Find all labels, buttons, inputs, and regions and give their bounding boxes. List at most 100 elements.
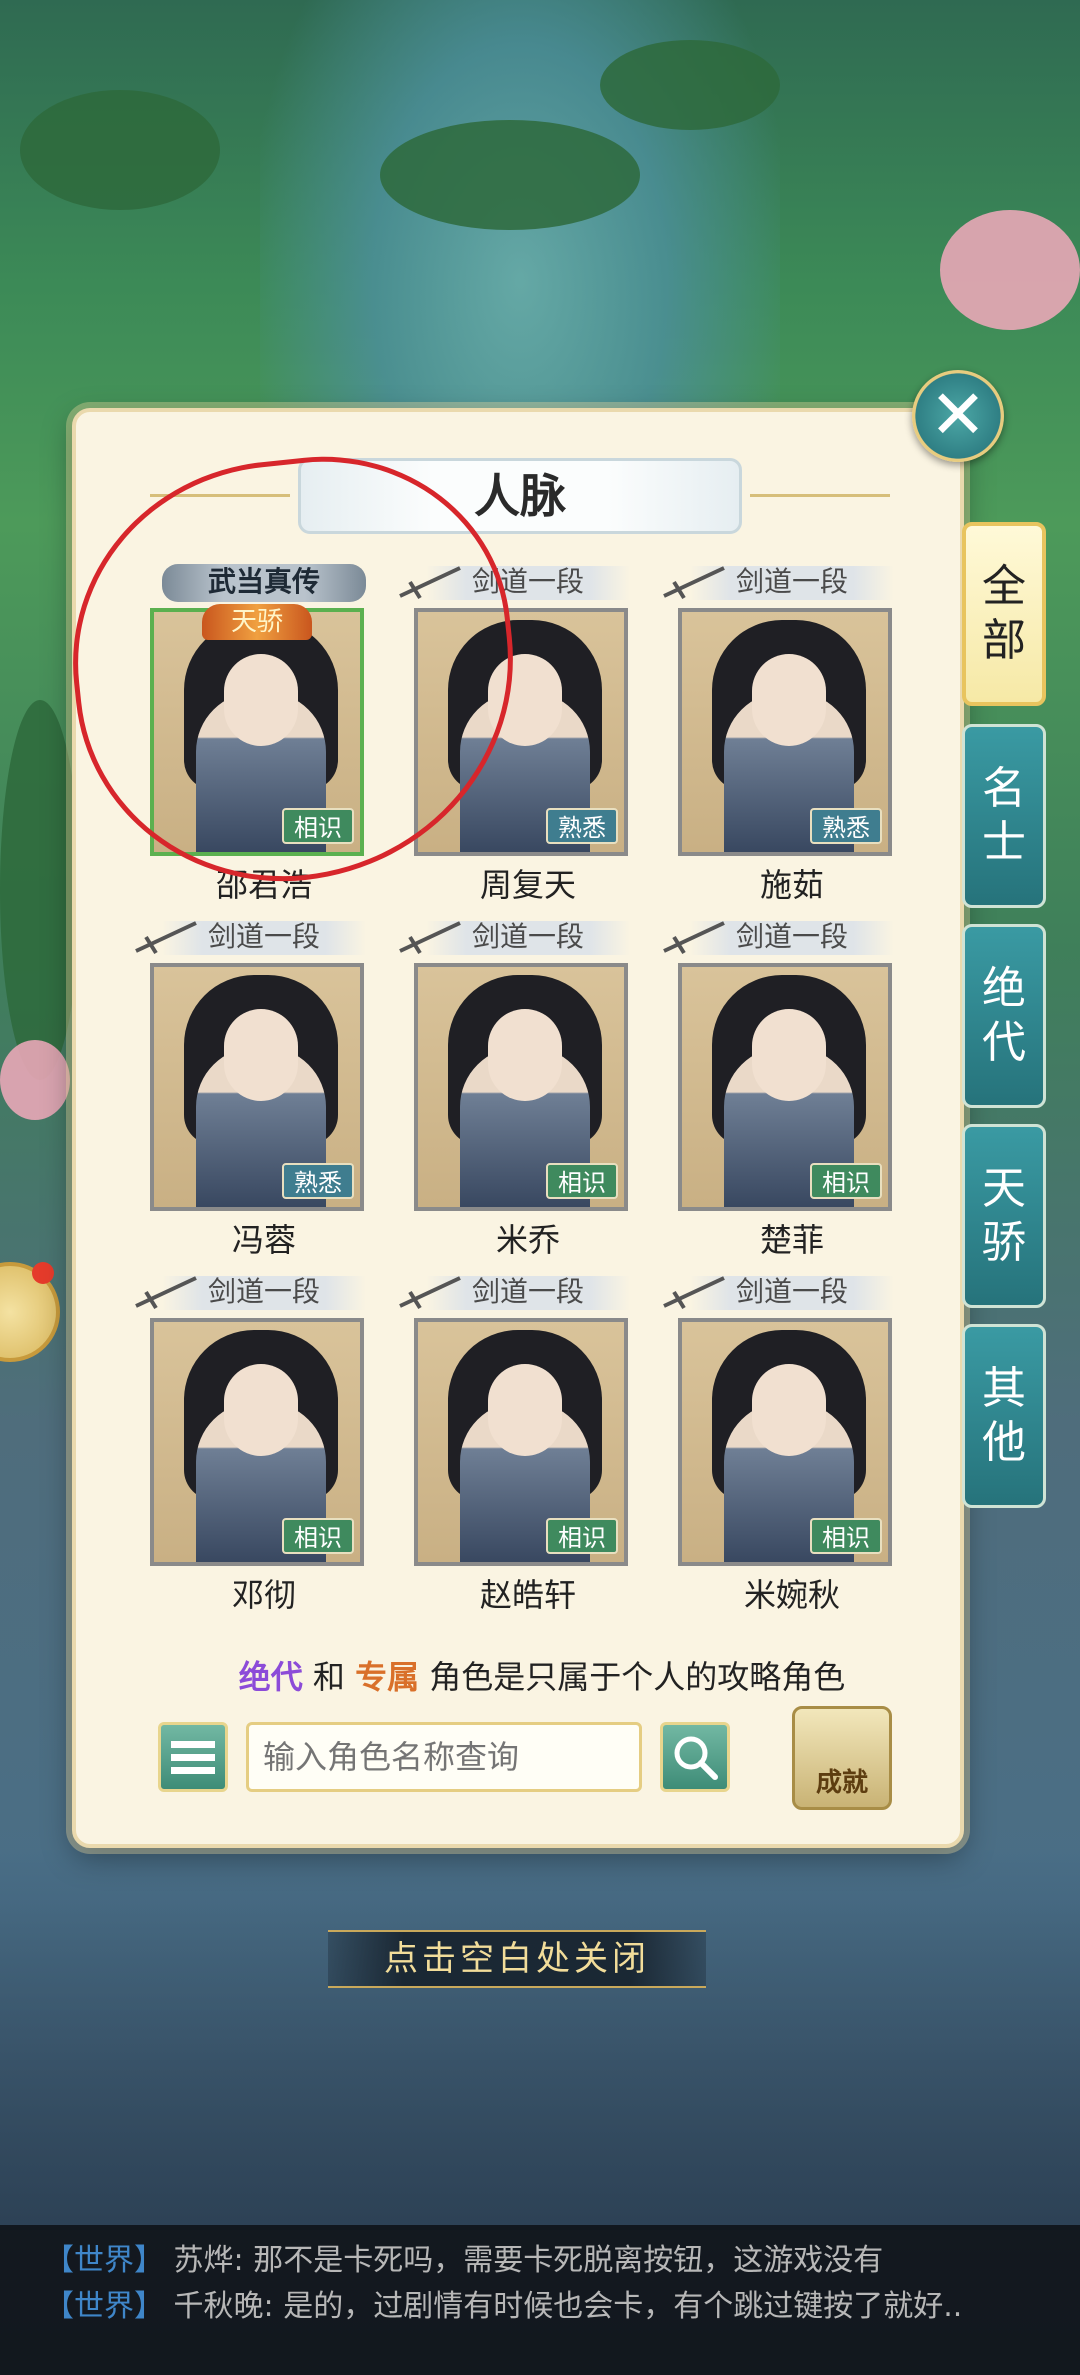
character-name: 邓彻 <box>231 1576 296 1614</box>
tab-label-char: 天 <box>982 1163 1026 1214</box>
tab-label-char: 全 <box>982 561 1026 612</box>
rank-label: 剑道一段 <box>207 1275 320 1308</box>
rank-label: 剑道一段 <box>735 920 848 953</box>
tab-1[interactable]: 名士 <box>962 724 1046 908</box>
sword-icon <box>663 921 725 955</box>
close-icon: ✕ <box>929 376 987 455</box>
tab-label-char: 他 <box>982 1417 1026 1468</box>
character-card[interactable]: 剑道一段 相识 邓彻 <box>132 1270 396 1614</box>
chat-message: 那不是卡死吗，需要卡死脱离按钮，这游戏没有 <box>253 2243 884 2278</box>
tab-label-char: 部 <box>982 615 1026 666</box>
list-filter-button[interactable] <box>158 1722 228 1792</box>
background-trees <box>0 700 80 1080</box>
tab-label-char: 士 <box>982 817 1026 868</box>
chat-sender: 千秋晚: <box>173 2289 274 2324</box>
character-portrait: 相识 <box>150 1318 364 1566</box>
tab-0[interactable]: 全部 <box>962 522 1046 706</box>
title-divider-right <box>750 494 890 497</box>
tab-4[interactable]: 其他 <box>962 1324 1046 1508</box>
relation-badge: 相识 <box>810 1518 882 1554</box>
character-card[interactable]: 剑道一段 熟悉 冯蓉 <box>132 915 396 1259</box>
list-icon-line <box>171 1766 215 1774</box>
tab-3[interactable]: 天骄 <box>962 1124 1046 1308</box>
tab-label-char: 其 <box>982 1363 1026 1414</box>
rank-ribbon: 剑道一段 <box>132 915 396 959</box>
portrait-face <box>752 1009 826 1101</box>
info-note: 绝代 和 专属 角色是只属于个人的攻略角色 <box>232 1652 852 1698</box>
character-card[interactable]: 剑道一段 熟悉 施茹 <box>660 560 924 904</box>
background-bottom <box>0 1850 1080 2230</box>
rank-label: 剑道一段 <box>735 1275 848 1308</box>
character-portrait: 相识 <box>678 1318 892 1566</box>
note-highlight-juedai: 绝代 <box>238 1658 303 1696</box>
character-name: 施茹 <box>759 866 824 904</box>
notification-dot <box>32 1262 54 1284</box>
character-name: 米婉秋 <box>743 1576 840 1614</box>
character-portrait: 熟悉 <box>150 963 364 1211</box>
rank-label: 剑道一段 <box>735 565 848 598</box>
background-trees <box>600 40 780 130</box>
world-chat[interactable]: 【世界】 苏烨: 那不是卡死吗，需要卡死脱离按钮，这游戏没有 【世界】 千秋晚:… <box>0 2225 1080 2375</box>
achievement-label: 成就 <box>815 1768 868 1798</box>
rank-ribbon: 剑道一段 <box>660 1270 924 1314</box>
portrait-face <box>488 1009 562 1101</box>
close-button[interactable]: ✕ <box>912 370 1004 462</box>
tab-label-char: 绝 <box>982 963 1026 1014</box>
relation-badge: 相识 <box>810 1163 882 1199</box>
note-highlight-zhuanshu: 专属 <box>355 1658 420 1696</box>
character-name: 赵皓轩 <box>479 1576 576 1614</box>
sword-icon <box>399 921 461 955</box>
rank-ribbon: 剑道一段 <box>660 560 924 604</box>
tab-label-char: 骄 <box>982 1217 1026 1268</box>
sword-icon <box>135 921 197 955</box>
chat-sender: 苏烨: <box>173 2243 244 2278</box>
background-trees <box>380 120 640 230</box>
chat-channel: 【世界】 <box>44 2243 164 2278</box>
chat-line: 【世界】 千秋晚: 是的，过剧情有时候也会卡，有个跳过键按了就好.. <box>44 2281 1074 2325</box>
rank-ribbon: 剑道一段 <box>396 915 660 959</box>
sword-icon <box>663 1276 725 1310</box>
portrait-face <box>752 654 826 746</box>
achievement-button[interactable]: 成就 <box>792 1706 892 1810</box>
tab-label-char: 代 <box>982 1017 1026 1068</box>
portrait-face <box>752 1364 826 1456</box>
close-hint-text: 点击空白处关闭 <box>384 1939 650 1979</box>
relation-badge: 熟悉 <box>810 808 882 844</box>
character-name: 冯蓉 <box>231 1221 296 1259</box>
portrait-face <box>224 1009 298 1101</box>
relation-badge: 熟悉 <box>546 808 618 844</box>
character-name: 楚菲 <box>759 1221 824 1259</box>
character-portrait: 相识 <box>414 963 628 1211</box>
character-portrait: 熟悉 <box>678 608 892 856</box>
rank-label: 剑道一段 <box>471 920 584 953</box>
rank-ribbon: 剑道一段 <box>660 915 924 959</box>
rank-label: 剑道一段 <box>207 920 320 953</box>
character-portrait: 相识 <box>414 1318 628 1566</box>
character-card[interactable]: 剑道一段 相识 米婉秋 <box>660 1270 924 1614</box>
chat-channel: 【世界】 <box>44 2289 164 2324</box>
tab-label-char: 名 <box>982 763 1026 814</box>
character-card[interactable]: 剑道一段 相识 赵皓轩 <box>396 1270 660 1614</box>
search-button[interactable] <box>660 1722 730 1792</box>
character-portrait: 相识 <box>678 963 892 1211</box>
chat-line: 【世界】 苏烨: 那不是卡死吗，需要卡死脱离按钮，这游戏没有 <box>44 2235 1074 2279</box>
search-input[interactable] <box>246 1722 642 1792</box>
tap-blank-to-close-hint[interactable]: 点击空白处关闭 <box>328 1930 706 1988</box>
background-blossom <box>0 1040 70 1120</box>
character-card[interactable]: 剑道一段 相识 米乔 <box>396 915 660 1259</box>
character-card[interactable]: 剑道一段 相识 楚菲 <box>660 915 924 1259</box>
rank-ribbon: 剑道一段 <box>132 1270 396 1314</box>
panel-title-text: 人脉 <box>474 469 566 523</box>
sword-icon <box>663 566 725 600</box>
character-name: 米乔 <box>495 1221 560 1259</box>
sword-icon <box>399 1276 461 1310</box>
chat-message: 是的，过剧情有时候也会卡，有个跳过键按了就好.. <box>283 2289 963 2324</box>
relation-badge: 相识 <box>282 1518 354 1554</box>
note-text: 角色是只属于个人的攻略角色 <box>429 1658 846 1696</box>
relation-badge: 相识 <box>546 1163 618 1199</box>
tab-2[interactable]: 绝代 <box>962 924 1046 1108</box>
character-name: 周复天 <box>479 866 576 904</box>
rank-label: 剑道一段 <box>471 1275 584 1308</box>
portrait-face <box>488 1364 562 1456</box>
rank-ribbon: 剑道一段 <box>396 1270 660 1314</box>
